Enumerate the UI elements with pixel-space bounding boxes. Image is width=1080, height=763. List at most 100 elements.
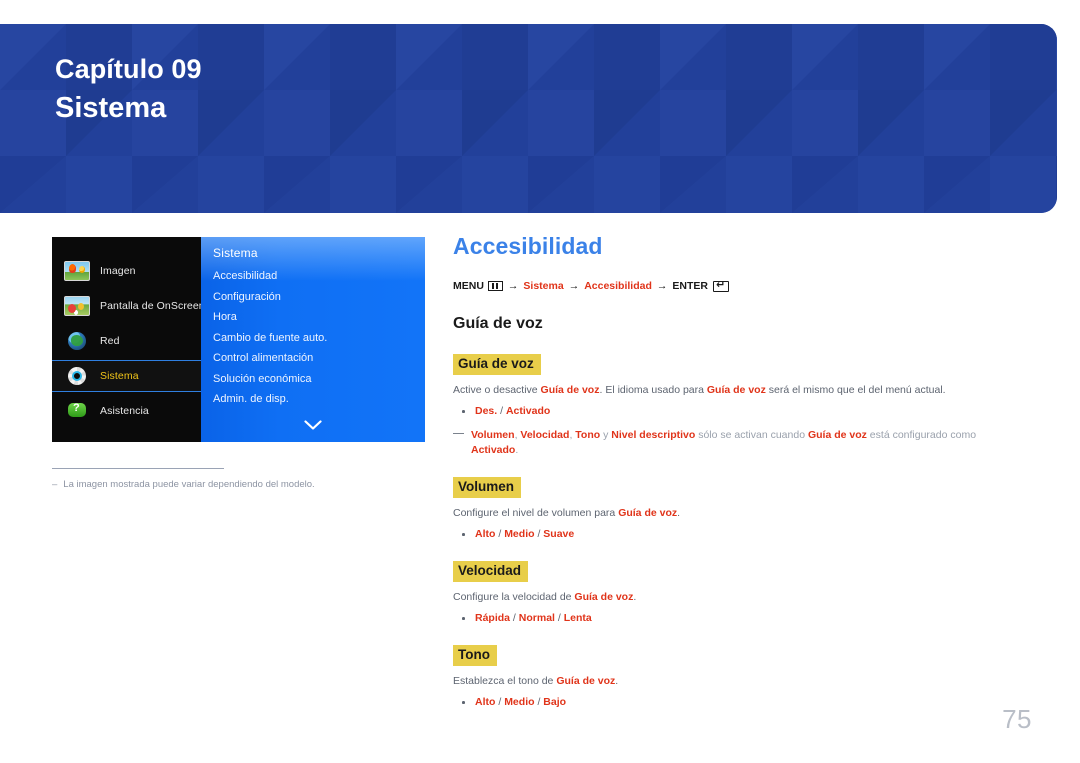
text-run-bold: Guía de voz <box>556 675 616 687</box>
option-list: Alto / Medio / Suave <box>453 527 1023 542</box>
picture-icon <box>64 261 90 281</box>
option-value: Medio <box>504 696 535 708</box>
text-run: . <box>633 591 637 603</box>
option-list: Alto / Medio / Bajo <box>453 695 1023 710</box>
section-heading: Guía de voz <box>453 315 543 332</box>
text-run: será el mismo que el del menú actual. <box>765 384 946 396</box>
osd-submenu-item-hora[interactable]: Hora <box>213 307 425 328</box>
section-volumen: Volumen Configure el nivel de volumen pa… <box>453 477 1023 542</box>
path-arrow: → <box>656 280 668 292</box>
osd-category-sistema[interactable]: Sistema <box>52 360 201 392</box>
option-value: Suave <box>543 528 575 540</box>
section-note: Volumen, Velocidad, Tono y Nivel descrip… <box>453 428 1023 458</box>
enter-label: ENTER <box>672 280 708 292</box>
chapter-label: Capítulo 09 <box>55 54 202 84</box>
option-list: Rápida / Normal / Lenta <box>453 611 1023 626</box>
text-run: . <box>515 444 519 456</box>
chevron-down-icon[interactable] <box>201 418 425 436</box>
osd-category-imagen[interactable]: Imagen <box>52 255 201 287</box>
section-title-badge: Guía de voz <box>453 354 541 375</box>
osd-submenu-item-cambio-fuente-auto[interactable]: Cambio de fuente auto. <box>213 328 425 349</box>
page-title: Accesibilidad <box>453 233 603 259</box>
enter-return-icon <box>713 278 729 292</box>
option-value: Bajo <box>543 696 567 708</box>
osd-submenu-item-solucion-economica[interactable]: Solución económica <box>213 369 425 390</box>
section-paragraph: Establezca el tono de Guía de voz. <box>453 674 1023 689</box>
osd-category-label: Pantalla de OnScreen <box>100 300 205 312</box>
option-value: Des. <box>475 405 498 417</box>
section-paragraph: Active o desactive Guía de voz. El idiom… <box>453 383 1023 398</box>
text-run: sólo se activan cuando <box>695 429 808 441</box>
text-run-bold: Guía de voz <box>618 507 678 519</box>
option-value: Alto <box>475 696 496 708</box>
osd-submenu-item-accesibilidad[interactable]: Accesibilidad <box>213 266 425 287</box>
osd-category-label: Imagen <box>100 265 136 277</box>
option-value: Rápida <box>475 612 511 624</box>
text-run: está configurado como <box>866 429 977 441</box>
section-title-badge: Velocidad <box>453 561 529 582</box>
menu-path-step-sistema[interactable]: Sistema <box>523 279 563 293</box>
footnote-text: La imagen mostrada puede variar dependie… <box>63 479 315 490</box>
text-run-bold: Tono <box>575 429 601 441</box>
banner-heading-group: Capítulo 09 Sistema <box>55 52 202 128</box>
section-title-badge: Volumen <box>453 477 522 498</box>
path-arrow: → <box>568 280 580 292</box>
section-guia-de-voz: Guía de voz Active o desactive Guía de v… <box>453 354 1023 458</box>
text-run: . <box>677 507 681 519</box>
osd-submenu-item-configuracion[interactable]: Configuración <box>213 287 425 308</box>
option-value: Alto <box>475 528 496 540</box>
menu-path-step-accesibilidad[interactable]: Accesibilidad <box>584 279 652 293</box>
option-value: Medio <box>504 528 535 540</box>
gear-system-icon <box>64 366 90 386</box>
osd-category-list: Imagen Pantalla de OnScreen Red Sistema … <box>52 237 205 442</box>
section-velocidad: Velocidad Configure la velocidad de Guía… <box>453 561 1023 626</box>
osd-category-label: Red <box>100 335 120 347</box>
menu-label: MENU <box>453 280 484 292</box>
chapter-banner: Capítulo 09 Sistema <box>0 24 1057 213</box>
text-run: . <box>615 675 619 687</box>
osd-menu-screenshot: Imagen Pantalla de OnScreen Red Sistema … <box>52 237 425 442</box>
osd-submenu-item-admin-de-disp[interactable]: Admin. de disp. <box>213 389 425 410</box>
content-column: Accesibilidad MENU → Sistema → Accesibil… <box>453 232 1023 710</box>
section-paragraph: Configure el nivel de volumen para Guía … <box>453 506 1023 521</box>
osd-category-label: Sistema <box>100 370 139 382</box>
chapter-title: Sistema <box>55 92 167 124</box>
text-run-bold: Volumen <box>471 429 515 441</box>
osd-category-red[interactable]: Red <box>52 325 201 357</box>
footnote: ‒ La imagen mostrada puede variar depend… <box>52 478 382 492</box>
text-run: . El idioma usado para <box>599 384 707 396</box>
globe-network-icon <box>64 331 90 351</box>
support-question-icon <box>64 401 90 421</box>
path-arrow: → <box>507 280 519 292</box>
osd-submenu-panel: Sistema Accesibilidad Configuración Hora… <box>201 237 425 442</box>
option-list: Des. / Activado <box>453 404 1023 419</box>
text-run-bold: Activado <box>471 444 516 456</box>
onscreen-display-icon <box>64 296 90 316</box>
option-value: Lenta <box>563 612 592 624</box>
osd-category-asistencia[interactable]: Asistencia <box>52 395 201 427</box>
text-run-bold: Velocidad <box>520 429 570 441</box>
text-run-bold: Guía de voz <box>574 591 634 603</box>
text-run-bold: Guía de voz <box>540 384 600 396</box>
text-run: Configure el nivel de volumen para <box>453 507 619 519</box>
page-number: 75 <box>1002 704 1032 734</box>
text-run-bold: Guía de voz <box>807 429 867 441</box>
option-value: Activado <box>505 405 551 417</box>
osd-submenu-title: Sistema <box>213 246 258 260</box>
text-run: Configure la velocidad de <box>453 591 575 603</box>
footnote-divider <box>52 468 224 469</box>
text-run-bold: Guía de voz <box>706 384 766 396</box>
text-run: Active o desactive <box>453 384 541 396</box>
option-value: Normal <box>518 612 555 624</box>
text-run: y <box>600 429 612 441</box>
osd-category-label: Asistencia <box>100 405 149 417</box>
text-run-bold: Nivel descriptivo <box>611 429 696 441</box>
footnote-dash: ‒ <box>52 479 58 490</box>
menu-bars-icon <box>487 281 503 291</box>
menu-path-breadcrumb: MENU → Sistema → Accesibilidad → ENTER <box>453 278 1023 293</box>
osd-submenu-item-control-alimentacion[interactable]: Control alimentación <box>213 348 425 369</box>
section-paragraph: Configure la velocidad de Guía de voz. <box>453 590 1023 605</box>
section-tono: Tono Establezca el tono de Guía de voz. … <box>453 645 1023 710</box>
osd-category-pantalla-onscreen[interactable]: Pantalla de OnScreen <box>52 290 205 322</box>
section-title-badge: Tono <box>453 645 497 666</box>
